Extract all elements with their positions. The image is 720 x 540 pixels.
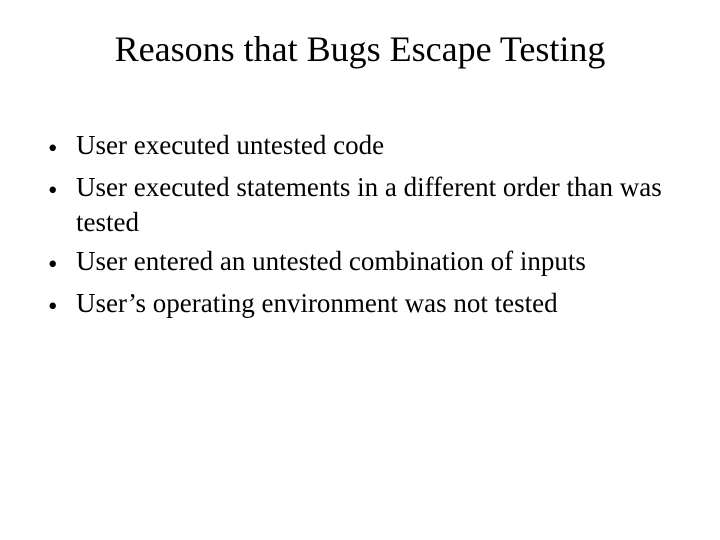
- slide-title: Reasons that Bugs Escape Testing: [42, 28, 678, 70]
- list-item: • User’s operating environment was not t…: [48, 286, 678, 324]
- bullet-icon: •: [48, 170, 76, 208]
- bullet-icon: •: [48, 128, 76, 166]
- list-item: • User executed untested code: [48, 128, 678, 166]
- bullet-icon: •: [48, 244, 76, 282]
- bullet-text: User’s operating environment was not tes…: [76, 286, 678, 321]
- bullet-text: User executed untested code: [76, 128, 678, 163]
- list-item: • User executed statements in a differen…: [48, 170, 678, 240]
- list-item: • User entered an untested combination o…: [48, 244, 678, 282]
- bullet-text: User executed statements in a different …: [76, 170, 678, 240]
- bullet-text: User entered an untested combination of …: [76, 244, 678, 279]
- bullet-list: • User executed untested code • User exe…: [42, 128, 678, 324]
- bullet-icon: •: [48, 286, 76, 324]
